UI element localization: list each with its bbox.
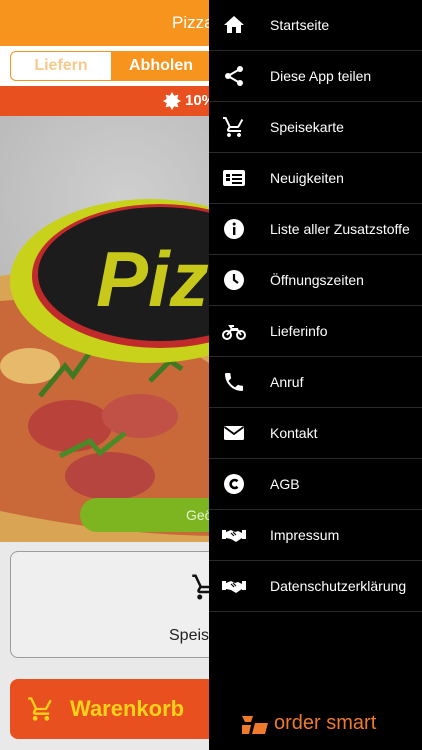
drawer-item-label: Impressum bbox=[270, 527, 340, 543]
drawer-item-label: Anruf bbox=[270, 374, 304, 390]
drawer-item-anruf[interactable]: Anruf bbox=[209, 357, 422, 408]
drawer-item-label: Neuigkeiten bbox=[270, 170, 344, 186]
cart-button-label: Warenkorb bbox=[70, 696, 185, 721]
news-icon bbox=[223, 170, 245, 186]
drawer-item-label: AGB bbox=[270, 476, 300, 492]
tab-pickup[interactable]: Abholen bbox=[112, 51, 210, 81]
drawer-item-label: Liste aller Zusatzstoffe bbox=[270, 221, 410, 237]
app-title: Pizza bbox=[172, 13, 214, 32]
drawer-item-share-app[interactable]: Diese App teilen bbox=[209, 51, 422, 102]
handshake-icon bbox=[222, 581, 246, 593]
clock-icon bbox=[224, 270, 244, 290]
info-icon bbox=[224, 219, 244, 239]
copyright-icon bbox=[224, 474, 244, 494]
drawer-item-label: Kontakt bbox=[270, 425, 318, 441]
drawer-item-zusatzstoffe[interactable]: Liste aller Zusatzstoffe bbox=[209, 204, 422, 255]
motorcycle-icon bbox=[222, 325, 246, 340]
phone-icon bbox=[225, 373, 243, 391]
mail-icon bbox=[223, 426, 245, 440]
drawer-item-label: Startseite bbox=[270, 17, 330, 33]
cart-icon bbox=[223, 117, 244, 137]
drawer-item-datenschutz[interactable]: Datenschutzerklärung bbox=[209, 561, 422, 612]
handshake-icon bbox=[222, 530, 246, 542]
drawer-item-label: Öffnungszeiten bbox=[270, 272, 364, 288]
menu-card-label: Speis bbox=[169, 627, 210, 644]
drawer-item-label: Speisekarte bbox=[270, 119, 344, 135]
drawer-item-speisekarte[interactable]: Speisekarte bbox=[209, 102, 422, 153]
home-icon bbox=[224, 16, 244, 33]
hero-logo-text: Piz bbox=[96, 235, 209, 323]
navigation-drawer: Startseite Diese App teilen Speisekarte … bbox=[209, 0, 422, 750]
drawer-item-agb[interactable]: AGB bbox=[209, 459, 422, 510]
discount-badge-icon bbox=[163, 92, 181, 110]
brand-name: order smart bbox=[274, 712, 377, 734]
drawer-item-neuigkeiten[interactable]: Neuigkeiten bbox=[209, 153, 422, 204]
drawer-item-label: Diese App teilen bbox=[270, 68, 372, 84]
drawer-item-oeffnungszeiten[interactable]: Öffnungszeiten bbox=[209, 255, 422, 306]
tab-deliver[interactable]: Liefern bbox=[10, 51, 112, 81]
drawer-item-lieferinfo[interactable]: Lieferinfo bbox=[209, 306, 422, 357]
drawer-item-startseite[interactable]: Startseite bbox=[209, 0, 422, 51]
order-smart-icon bbox=[242, 716, 268, 734]
drawer-item-label: Datenschutzerklärung bbox=[270, 578, 407, 594]
drawer-item-impressum[interactable]: Impressum bbox=[209, 510, 422, 561]
drawer-item-kontakt[interactable]: Kontakt bbox=[209, 408, 422, 459]
drawer-item-label: Lieferinfo bbox=[270, 323, 328, 339]
cart-icon bbox=[28, 697, 52, 721]
share-icon bbox=[225, 66, 243, 86]
